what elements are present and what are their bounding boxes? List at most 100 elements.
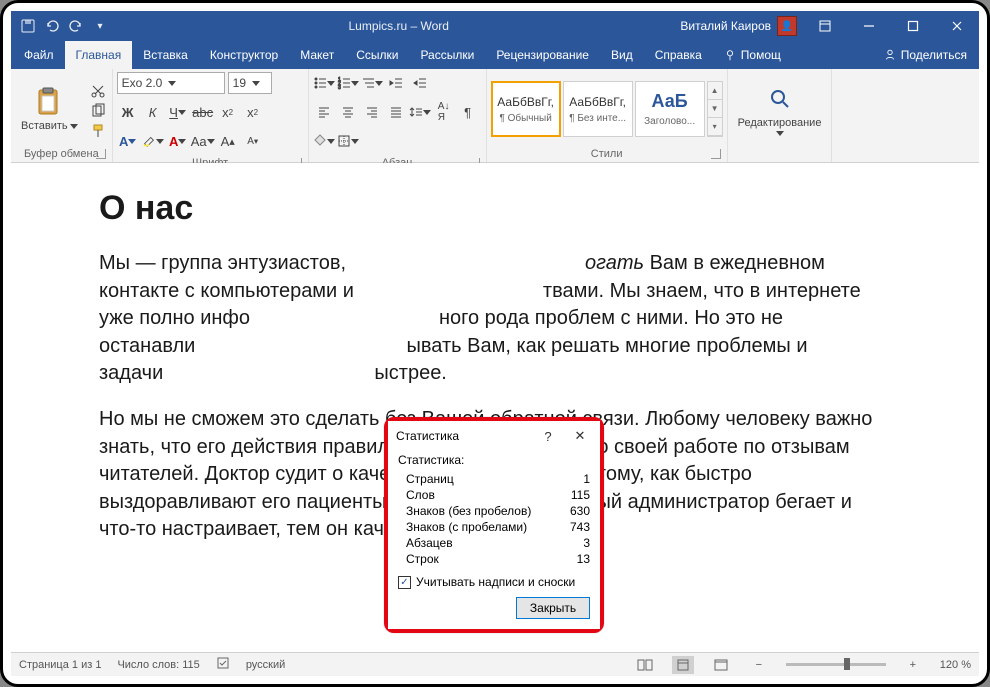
style-no-spacing[interactable]: АаБбВвГг,¶ Без инте... xyxy=(563,81,633,137)
clipboard-icon xyxy=(33,86,65,118)
document-area[interactable]: О нас Мы — группа энтузиастов, огать Вам… xyxy=(11,163,979,652)
change-case-button[interactable]: Aa xyxy=(192,130,214,152)
tab-view[interactable]: Вид xyxy=(600,41,644,69)
decrease-indent-button[interactable] xyxy=(385,72,407,94)
editing-button[interactable]: Редактирование xyxy=(732,81,828,138)
highlight-button[interactable] xyxy=(142,130,164,152)
tab-review[interactable]: Рецензирование xyxy=(485,41,600,69)
grow-font-button[interactable]: A▴ xyxy=(217,130,239,152)
multilevel-list-button[interactable] xyxy=(361,72,383,94)
group-font: Exo 2.0 19 Ж К Ч abc x2 x2 A A Aa A▴ xyxy=(113,69,309,162)
zoom-out-button[interactable]: − xyxy=(748,656,770,674)
font-size-combo[interactable]: 19 xyxy=(228,72,272,94)
tab-help[interactable]: Справка xyxy=(644,41,713,69)
numbering-button[interactable]: 123 xyxy=(337,72,359,94)
tab-mailings[interactable]: Рассылки xyxy=(409,41,485,69)
status-word-count[interactable]: Число слов: 115 xyxy=(117,659,199,671)
copy-icon[interactable] xyxy=(88,102,108,120)
statistics-dialog: Статистика ? ✕ Статистика: Страниц1 Слов… xyxy=(384,417,604,633)
undo-icon[interactable] xyxy=(43,17,61,35)
align-right-button[interactable] xyxy=(361,101,383,123)
font-name-combo[interactable]: Exo 2.0 xyxy=(117,72,225,94)
superscript-button[interactable]: x2 xyxy=(242,101,264,123)
tab-references[interactable]: Ссылки xyxy=(345,41,409,69)
window-title: Lumpics.ru – Word xyxy=(117,19,680,33)
tab-file[interactable]: Файл xyxy=(13,41,65,69)
dialog-close-button[interactable]: Закрыть xyxy=(516,597,590,619)
line-spacing-button[interactable] xyxy=(409,101,431,123)
increase-indent-button[interactable] xyxy=(409,72,431,94)
user-name: Виталий Каиров xyxy=(680,19,771,33)
show-marks-button[interactable]: ¶ xyxy=(457,101,479,123)
text-effects-button[interactable]: A xyxy=(117,130,139,152)
group-styles: АаБбВвГг,¶ Обычный АаБбВвГг,¶ Без инте..… xyxy=(487,69,728,162)
tab-layout[interactable]: Макет xyxy=(289,41,345,69)
zoom-in-button[interactable]: + xyxy=(902,656,924,674)
dialog-subheader: Статистика: xyxy=(398,453,590,467)
view-print-icon[interactable] xyxy=(672,656,694,674)
checkbox-icon: ✓ xyxy=(398,576,411,589)
doc-heading: О нас xyxy=(99,189,891,228)
maximize-button[interactable] xyxy=(891,11,935,41)
ribbon: Вставить Буфер обмена Exo 2.0 19 Ж К xyxy=(11,69,979,163)
tab-home[interactable]: Главная xyxy=(65,41,133,69)
status-proofing-icon[interactable] xyxy=(216,656,230,673)
tab-insert[interactable]: Вставка xyxy=(132,41,199,69)
user-avatar-icon[interactable]: 👤 xyxy=(777,16,797,36)
borders-button[interactable] xyxy=(337,130,359,152)
font-color-button[interactable]: A xyxy=(167,130,189,152)
clipboard-dialog-launcher[interactable] xyxy=(96,149,106,159)
sort-button[interactable]: А↓Я xyxy=(433,101,455,123)
stat-words: Слов115 xyxy=(398,487,590,503)
zoom-slider[interactable] xyxy=(786,663,886,666)
autosave-icon[interactable] xyxy=(19,17,37,35)
shrink-font-button[interactable]: A▾ xyxy=(242,130,264,152)
align-left-button[interactable] xyxy=(313,101,335,123)
qat-customize-icon[interactable]: ▾ xyxy=(91,17,109,35)
bullets-button[interactable] xyxy=(313,72,335,94)
group-styles-label: Стили xyxy=(591,148,623,160)
stat-chars-no-spaces: Знаков (без пробелов)630 xyxy=(398,503,590,519)
dialog-help-button[interactable]: ? xyxy=(536,425,560,447)
bold-button[interactable]: Ж xyxy=(117,101,139,123)
title-bar: ▾ Lumpics.ru – Word Виталий Каиров 👤 xyxy=(11,11,979,41)
align-center-button[interactable] xyxy=(337,101,359,123)
underline-button[interactable]: Ч xyxy=(167,101,189,123)
subscript-button[interactable]: x2 xyxy=(217,101,239,123)
stat-pages: Страниц1 xyxy=(398,471,590,487)
dialog-title: Статистика xyxy=(396,429,528,443)
paste-button[interactable]: Вставить xyxy=(15,84,84,134)
status-language[interactable]: русский xyxy=(246,659,285,671)
strikethrough-button[interactable]: abc xyxy=(192,101,214,123)
italic-button[interactable]: К xyxy=(142,101,164,123)
align-justify-button[interactable] xyxy=(385,101,407,123)
group-editing: Редактирование xyxy=(728,69,833,162)
zoom-level[interactable]: 120 % xyxy=(940,659,971,671)
styles-dialog-launcher[interactable] xyxy=(711,149,721,159)
style-normal[interactable]: АаБбВвГг,¶ Обычный xyxy=(491,81,561,137)
tab-design[interactable]: Конструктор xyxy=(199,41,289,69)
close-button[interactable] xyxy=(935,11,979,41)
ribbon-options-icon[interactable] xyxy=(803,11,847,41)
format-painter-icon[interactable] xyxy=(88,122,108,140)
search-icon xyxy=(764,83,796,115)
status-page[interactable]: Страница 1 из 1 xyxy=(19,659,101,671)
tell-me[interactable]: Помощ xyxy=(713,41,791,69)
share-button[interactable]: Поделиться xyxy=(873,41,977,69)
view-web-icon[interactable] xyxy=(710,656,732,674)
svg-text:3: 3 xyxy=(338,85,341,90)
stat-paragraphs: Абзацев3 xyxy=(398,535,590,551)
styles-gallery-arrows[interactable]: ▲▼▾ xyxy=(707,81,723,137)
redo-icon[interactable] xyxy=(67,17,85,35)
view-read-icon[interactable] xyxy=(634,656,656,674)
group-paragraph: 123 А↓Я ¶ Аб xyxy=(309,69,487,162)
group-clipboard-label: Буфер обмена xyxy=(24,148,99,160)
dialog-close-icon[interactable]: ✕ xyxy=(568,425,592,447)
stat-lines: Строк13 xyxy=(398,551,590,567)
minimize-button[interactable] xyxy=(847,11,891,41)
shading-button[interactable] xyxy=(313,130,335,152)
doc-paragraph-1: Мы — группа энтузиастов, огать Вам в еже… xyxy=(99,250,891,388)
include-textboxes-checkbox[interactable]: ✓ Учитывать надписи и сноски xyxy=(398,575,590,589)
cut-icon[interactable] xyxy=(88,82,108,100)
style-heading1[interactable]: АаБЗаголово... xyxy=(635,81,705,137)
